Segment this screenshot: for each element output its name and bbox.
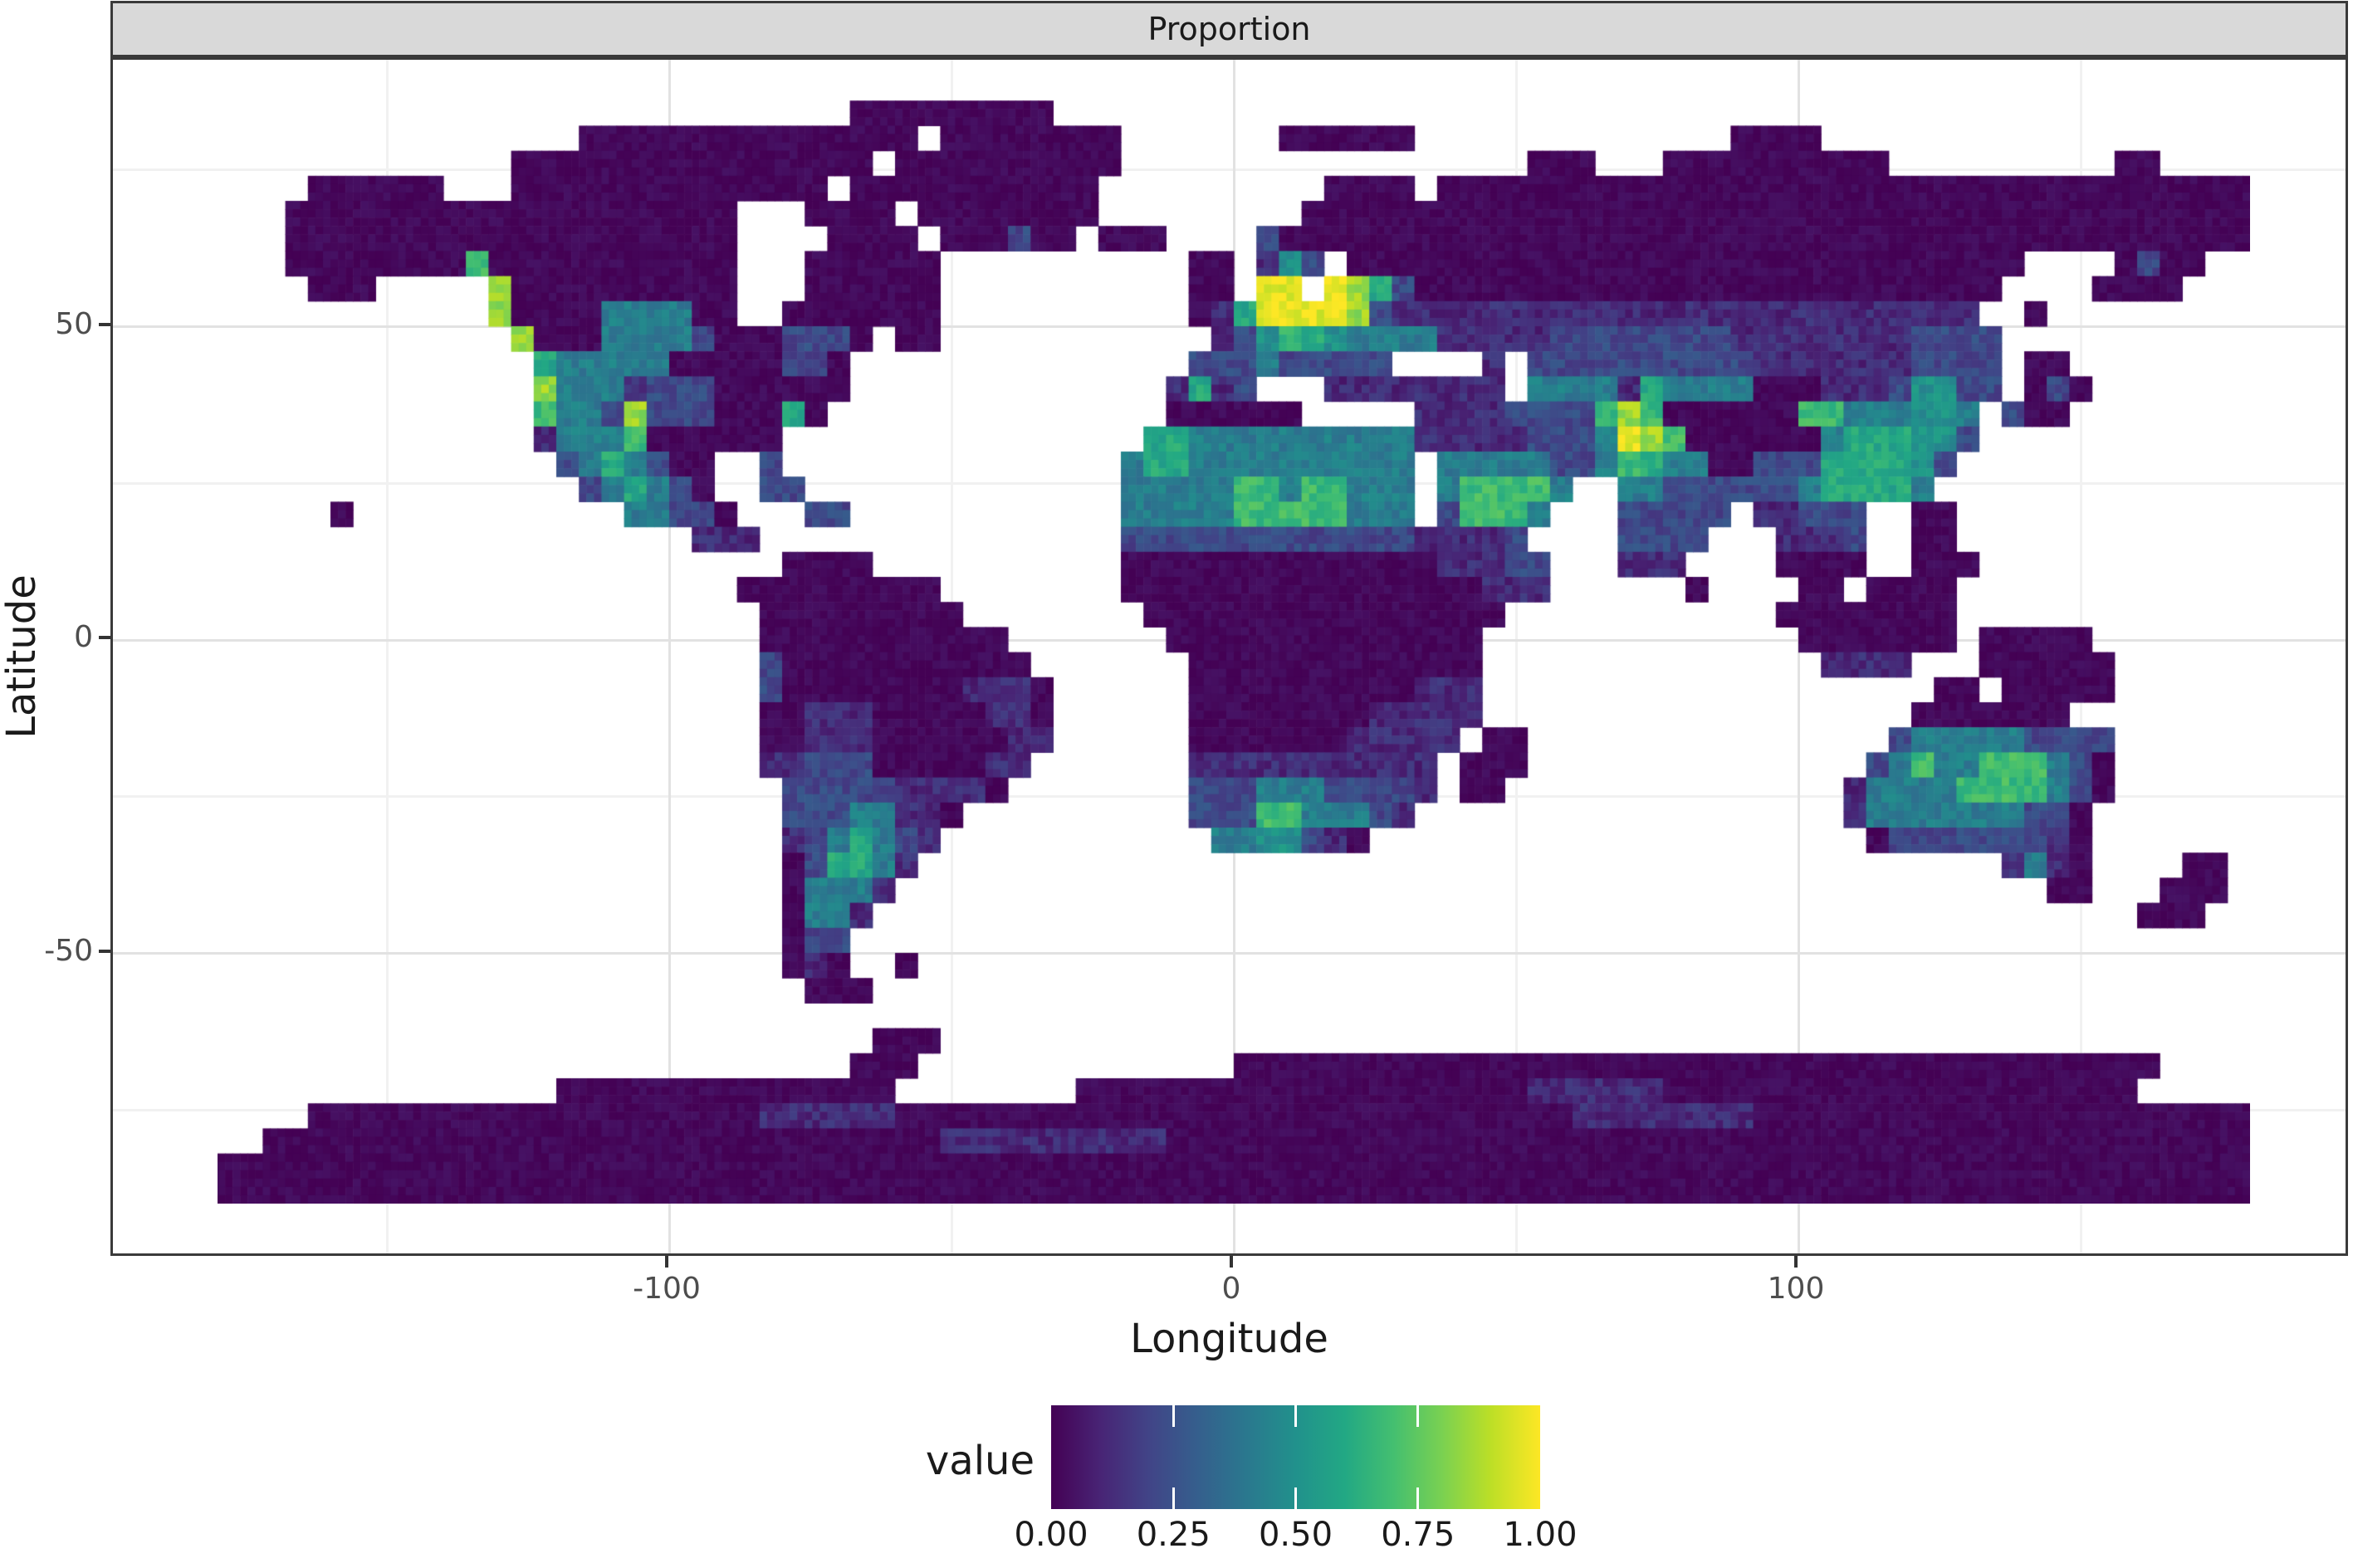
y-tick-label: -50 bbox=[44, 933, 93, 968]
legend-tick-label: 0.25 bbox=[1136, 1516, 1211, 1554]
x-tick-label: 0 bbox=[1221, 1272, 1241, 1306]
legend-title: value bbox=[925, 1438, 1035, 1484]
world-raster-canvas bbox=[218, 76, 2250, 1204]
x-tick-label: 100 bbox=[1767, 1272, 1825, 1306]
legend-tick-label: 0.00 bbox=[1014, 1516, 1088, 1554]
legend-tick-label: 0.50 bbox=[1258, 1516, 1333, 1554]
x-tick-mark bbox=[1794, 1256, 1798, 1268]
y-tick-mark bbox=[99, 322, 110, 326]
colorbar-tick bbox=[1172, 1487, 1175, 1509]
colorbar-tick bbox=[1172, 1405, 1175, 1427]
x-tick-mark bbox=[665, 1256, 668, 1268]
facet-strip: Proportion bbox=[110, 1, 2348, 57]
legend-tick-label: 1.00 bbox=[1503, 1516, 1578, 1554]
figure: Proportion -100 0 100 50 0 -50 Longitude Lat… bbox=[0, 0, 2353, 1568]
plot-panel bbox=[110, 57, 2348, 1256]
colorbar-tick bbox=[1416, 1487, 1420, 1509]
x-tick-mark bbox=[1230, 1256, 1233, 1268]
y-tick-label: 50 bbox=[55, 306, 93, 341]
x-axis-title: Longitude bbox=[1130, 1316, 1328, 1362]
colorbar-tick bbox=[1416, 1405, 1420, 1427]
colorbar-tick bbox=[1294, 1405, 1297, 1427]
colorbar-tick bbox=[1294, 1487, 1297, 1509]
legend-tick-label: 0.75 bbox=[1381, 1516, 1455, 1554]
y-tick-mark bbox=[99, 949, 110, 953]
legend-colorbar bbox=[1051, 1405, 1540, 1509]
y-tick-mark bbox=[99, 636, 110, 639]
y-axis-title: Latitude bbox=[0, 574, 45, 739]
x-tick-label: -100 bbox=[633, 1272, 701, 1306]
strip-title: Proportion bbox=[1147, 11, 1311, 47]
